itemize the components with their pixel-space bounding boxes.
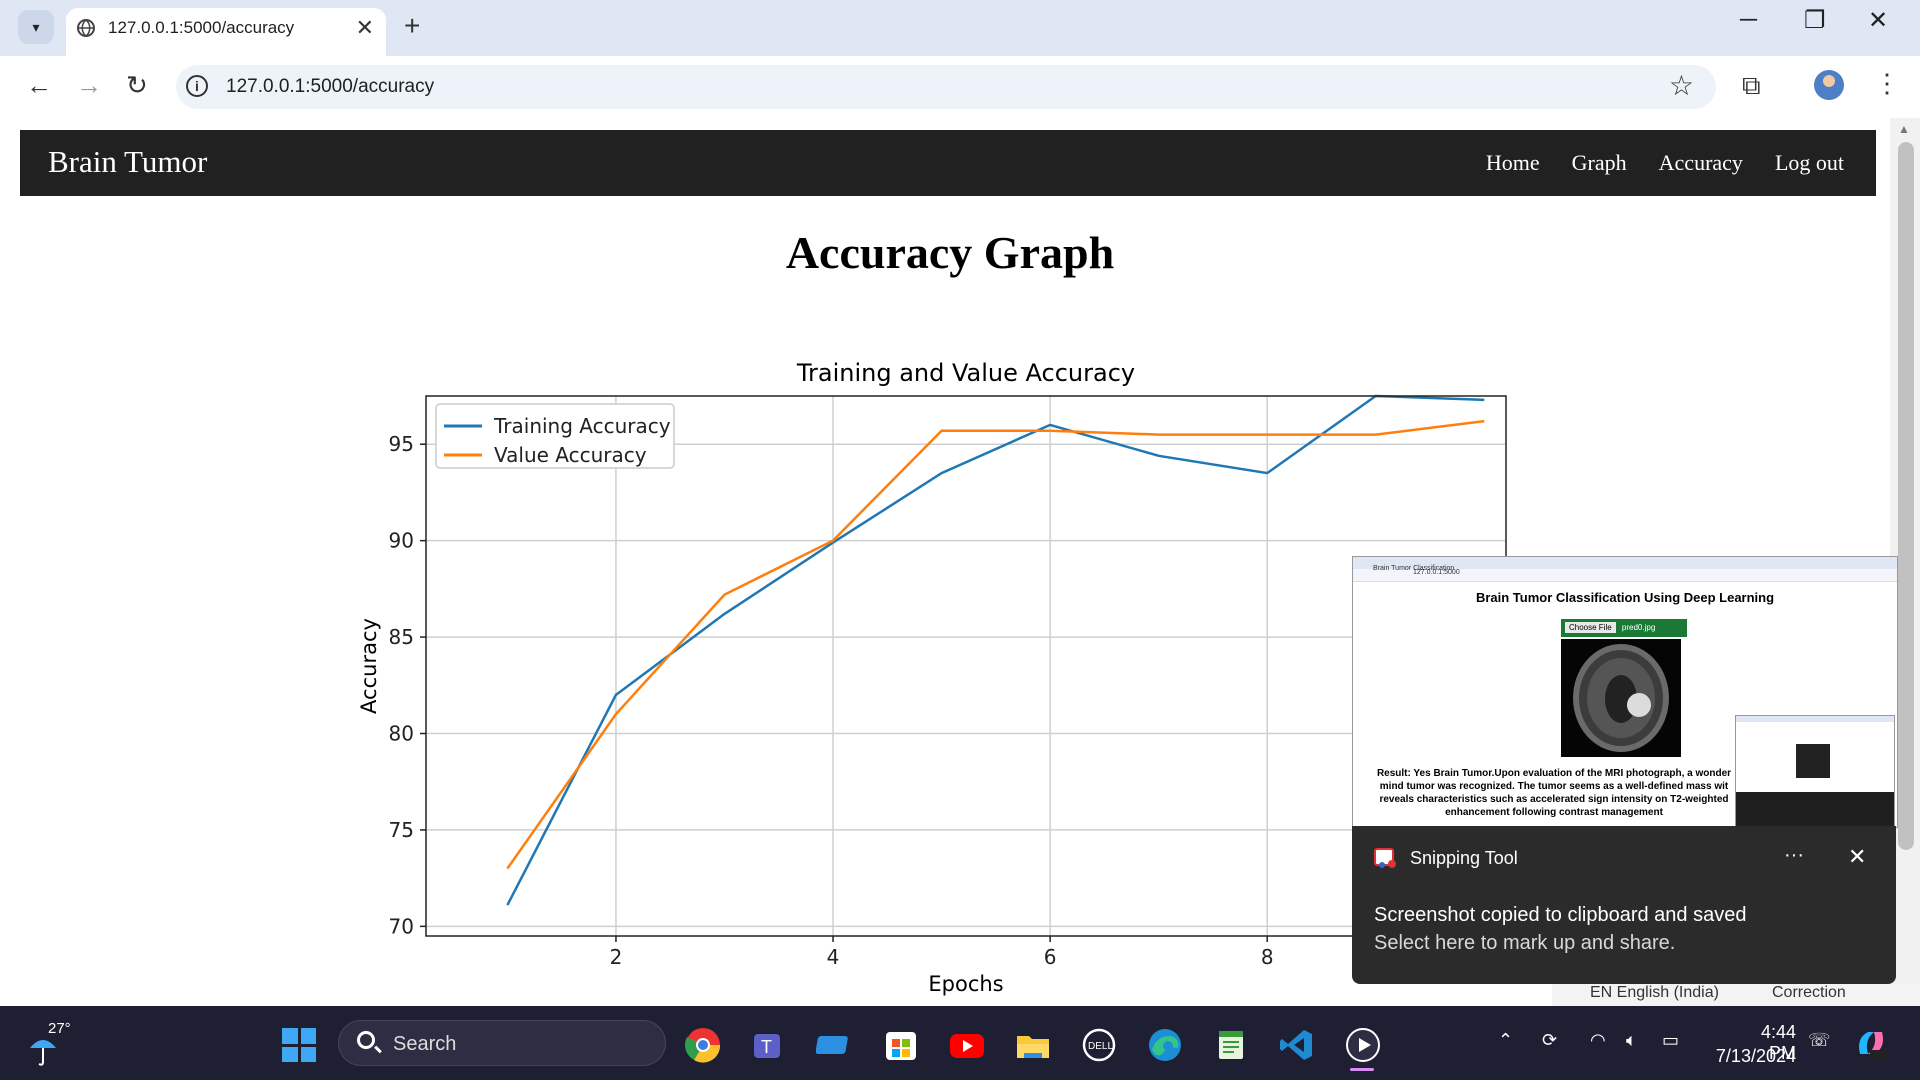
- browser-toolbar: ← → ↻ i 127.0.0.1:5000/accuracy ☆ ⧉ ⋮: [0, 56, 1920, 118]
- toast-app-name: Snipping Tool: [1410, 848, 1518, 868]
- preview-omnibox: 127.0.0.1:5000: [1353, 569, 1897, 582]
- scroll-up-icon[interactable]: ▲: [1898, 122, 1910, 136]
- toast-action-text[interactable]: Select here to mark up and share.: [1374, 932, 1675, 955]
- youtube-icon[interactable]: [948, 1026, 986, 1064]
- forward-icon[interactable]: →: [76, 70, 102, 101]
- x-tick-label: 8: [1261, 945, 1274, 969]
- bookmark-star-icon[interactable]: ☆: [1669, 69, 1694, 102]
- back-icon[interactable]: ←: [26, 70, 52, 101]
- minimize-icon[interactable]: ─: [1740, 6, 1757, 34]
- preview-choose-file: Choose File: [1565, 622, 1616, 633]
- x-tick-label: 6: [1044, 945, 1057, 969]
- active-app-indicator: [1350, 1068, 1374, 1071]
- copilot-icon[interactable]: [1852, 1024, 1890, 1062]
- preview-mri-image: [1561, 639, 1681, 757]
- browser-tab[interactable]: 127.0.0.1:5000/accuracy ✕: [66, 8, 386, 56]
- toast-message: Screenshot copied to clipboard and saved: [1374, 904, 1747, 926]
- media-player-icon[interactable]: [1344, 1026, 1382, 1064]
- file-explorer-icon[interactable]: [1014, 1026, 1052, 1064]
- browser-tab-bar: ▾ 127.0.0.1:5000/accuracy ✕ + ─ ❐ ✕: [0, 0, 1920, 56]
- preview-result-line: reveals characteristics such as accelera…: [1379, 794, 1729, 805]
- search-placeholder: Search: [393, 1033, 457, 1055]
- correction-label[interactable]: Correction: [1772, 984, 1846, 1002]
- start-button[interactable]: [282, 1028, 316, 1062]
- chart-title: Training and Value Accuracy: [796, 359, 1135, 387]
- edge-icon[interactable]: [1146, 1026, 1184, 1064]
- preview-nested-screenshot: [1735, 715, 1895, 827]
- snipping-tool-notification[interactable]: Snipping Tool ··· ✕ Screenshot copied to…: [1352, 826, 1896, 984]
- taskbar-search[interactable]: Search: [338, 1020, 666, 1066]
- globe-icon: [77, 19, 95, 37]
- chrome-icon[interactable]: [684, 1026, 722, 1064]
- site-info-icon[interactable]: i: [186, 75, 208, 97]
- close-icon[interactable]: ✕: [1848, 844, 1866, 870]
- notepad-icon[interactable]: [1212, 1026, 1250, 1064]
- teams-icon[interactable]: T: [750, 1026, 788, 1064]
- notification-bell-icon[interactable]: ☏: [1808, 1030, 1831, 1051]
- preview-tabbar: Brain Tumor Classification: [1353, 557, 1897, 572]
- snipping-tool-icon: [1374, 848, 1396, 868]
- x-axis-label: Epochs: [928, 972, 1003, 996]
- volume-icon[interactable]: 🔈︎: [1626, 1030, 1637, 1051]
- battery-icon[interactable]: ▭: [1662, 1030, 1679, 1051]
- preview-result-text: Result: Yes Brain Tumor.Upon evaluation …: [1359, 767, 1749, 819]
- sync-icon[interactable]: ⟳: [1542, 1030, 1557, 1051]
- umbrella-icon: [30, 1040, 56, 1066]
- show-hidden-icons-icon[interactable]: ⌃: [1498, 1030, 1513, 1051]
- y-tick-label: 70: [389, 914, 414, 938]
- url-text[interactable]: 127.0.0.1:5000/accuracy: [226, 76, 434, 98]
- store-icon[interactable]: [882, 1026, 920, 1064]
- x-tick-label: 4: [827, 945, 840, 969]
- preview-mini-mri: [1796, 744, 1830, 778]
- preview-result-line: enhancement following contrast managemen…: [1445, 807, 1663, 818]
- tab-close-icon[interactable]: ✕: [356, 15, 374, 41]
- preview-result-line: mind tumor was recognized. The tumor see…: [1379, 781, 1729, 792]
- clock-date[interactable]: 7/13/2024: [1706, 1046, 1796, 1067]
- y-tick-label: 95: [389, 432, 414, 456]
- scroll-thumb[interactable]: [1898, 142, 1914, 850]
- address-bar[interactable]: i 127.0.0.1:5000/accuracy ☆: [176, 65, 1716, 109]
- preview-mini-toast: [1736, 792, 1894, 827]
- screenshot-preview[interactable]: Brain Tumor Classification 127.0.0.1:500…: [1352, 556, 1898, 828]
- svg-text:DELL: DELL: [1088, 1041, 1113, 1052]
- x-tick-label: 2: [610, 945, 623, 969]
- y-tick-label: 90: [389, 529, 414, 553]
- weather-temperature: 27°: [48, 1020, 71, 1037]
- tab-search-dropdown[interactable]: ▾: [18, 10, 54, 44]
- vscode-icon[interactable]: [1278, 1026, 1316, 1064]
- reload-icon[interactable]: ↻: [126, 70, 148, 101]
- preview-file-input: Choose File pred0.jpg: [1561, 619, 1687, 637]
- restore-icon[interactable]: ❐: [1804, 6, 1826, 35]
- preview-heading: Brain Tumor Classification Using Deep Le…: [1475, 590, 1775, 605]
- legend-label: Value Accuracy: [494, 443, 647, 467]
- plot-area: [426, 396, 1506, 936]
- search-icon: [357, 1031, 375, 1049]
- y-tick-label: 80: [389, 722, 414, 746]
- close-window-icon[interactable]: ✕: [1868, 6, 1888, 35]
- tab-title: 127.0.0.1:5000/accuracy: [108, 18, 295, 37]
- dell-icon[interactable]: DELL: [1080, 1026, 1118, 1064]
- extensions-icon[interactable]: ⧉: [1742, 70, 1761, 102]
- browser-menu-icon[interactable]: ⋮: [1874, 68, 1900, 99]
- app-icon[interactable]: [816, 1026, 854, 1064]
- preview-file-name: pred0.jpg: [1621, 623, 1656, 632]
- profile-avatar[interactable]: [1814, 70, 1844, 100]
- windows-taskbar: 27° Search T DELL ⌃ ⟳ ◠ 🔈︎ ▭ 4:44 PM 7/1…: [0, 1006, 1920, 1080]
- new-tab-icon[interactable]: +: [404, 10, 420, 42]
- y-tick-label: 85: [389, 625, 414, 649]
- wifi-icon[interactable]: ◠: [1590, 1030, 1606, 1051]
- y-tick-label: 75: [389, 818, 414, 842]
- svg-text:T: T: [761, 1037, 772, 1057]
- y-axis-label: Accuracy: [357, 618, 381, 714]
- more-options-icon[interactable]: ···: [1784, 844, 1804, 867]
- language-indicator[interactable]: EN English (India): [1590, 984, 1719, 1002]
- language-bar: EN English (India) Correction: [1552, 984, 1920, 1006]
- legend-label: Training Accuracy: [493, 414, 671, 438]
- preview-result-line: Result: Yes Brain Tumor.Upon evaluation …: [1376, 768, 1732, 779]
